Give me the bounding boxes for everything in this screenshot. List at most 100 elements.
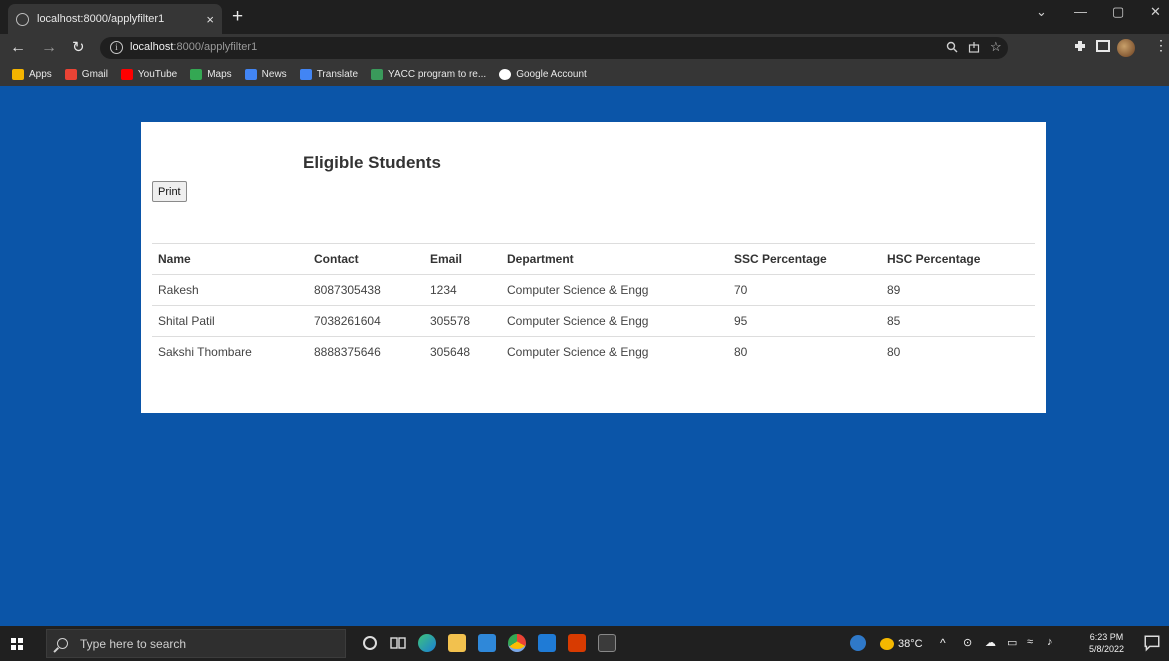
zoom-icon[interactable]: [946, 41, 958, 53]
back-icon[interactable]: ←: [10, 38, 26, 58]
browser-tab[interactable]: localhost:8000/applyfilter1 ×: [8, 4, 222, 34]
cell-contact: 8888375646: [308, 336, 424, 368]
store-icon[interactable]: [538, 634, 556, 652]
file-explorer-icon[interactable]: [448, 634, 466, 652]
weather-icon[interactable]: [880, 638, 894, 650]
table-row: Shital Patil 7038261604 305578 Computer Sci…: [152, 305, 1035, 337]
column-header-name: Name: [152, 243, 308, 275]
table-row: Rakesh 8087305438 1234 Computer Science & E…: [152, 274, 1035, 306]
site-info-icon[interactable]: i: [110, 41, 123, 54]
reload-icon[interactable]: ↻: [72, 38, 85, 58]
cell-email: 1234: [424, 274, 501, 306]
table-row: Sakshi Thombare 8888375646 305648 Computer …: [152, 336, 1035, 368]
clock-date: 5/8/2022: [1089, 644, 1125, 654]
battery-icon[interactable]: ▭: [1007, 636, 1017, 649]
bookmark-youtube[interactable]: YouTube: [120, 68, 178, 80]
news-icon: [244, 68, 257, 80]
cell-contact: 8087305438: [308, 274, 424, 306]
cell-department: Computer Science & Engg: [501, 274, 728, 306]
notification-icon[interactable]: [1143, 634, 1161, 652]
tab-search-icon[interactable]: ⌄: [1036, 4, 1047, 20]
bookmark-apps[interactable]: Apps: [12, 68, 52, 80]
volume-icon[interactable]: ♪: [1047, 636, 1053, 648]
menu-icon[interactable]: ⋮: [1154, 37, 1168, 54]
share-icon[interactable]: [968, 41, 980, 53]
bookmark-star-icon[interactable]: ☆: [990, 39, 1002, 55]
cell-name: Rakesh: [152, 274, 308, 306]
cell-contact: 7038261604: [308, 305, 424, 337]
cell-hsc: 85: [881, 305, 1035, 337]
bookmarks-bar: Apps Gmail YouTube Maps News Translate Y…: [0, 62, 1169, 86]
bookmark-google-account[interactable]: Google Account: [499, 68, 587, 80]
bookmark-yacc[interactable]: YACC program to re...: [371, 68, 487, 80]
bookmark-label: News: [261, 68, 287, 80]
help-icon[interactable]: [850, 635, 866, 651]
bookmark-label: Translate: [316, 68, 359, 80]
search-icon: [57, 638, 68, 649]
task-view-icon[interactable]: [389, 634, 407, 652]
column-header-ssc: SSC Percentage: [728, 243, 881, 275]
window-close-button[interactable]: ✕: [1150, 4, 1161, 20]
weather-temperature[interactable]: 38°C: [898, 638, 923, 650]
print-button[interactable]: Print: [152, 181, 187, 202]
mail-icon[interactable]: [478, 634, 496, 652]
cell-ssc: 80: [728, 336, 881, 368]
cell-department: Computer Science & Engg: [501, 336, 728, 368]
bookmark-label: YACC program to re...: [388, 68, 487, 80]
cell-hsc: 80: [881, 336, 1035, 368]
translate-icon: [299, 68, 312, 80]
cell-email: 305578: [424, 305, 501, 337]
clock-time: 6:23 PM: [1089, 632, 1124, 642]
new-tab-button[interactable]: +: [232, 6, 243, 28]
edge-icon[interactable]: [418, 634, 436, 652]
tab-title: localhost:8000/applyfilter1: [37, 13, 165, 25]
bookmark-label: Google Account: [516, 68, 587, 80]
search-placeholder: Type here to search: [80, 636, 187, 651]
cell-department: Computer Science & Engg: [501, 305, 728, 337]
column-header-hsc: HSC Percentage: [881, 243, 1035, 275]
chrome-icon[interactable]: [508, 634, 526, 652]
address-bar[interactable]: i localhost:8000/applyfilter1 ☆: [100, 37, 1008, 59]
cell-hsc: 89: [881, 274, 1035, 306]
profile-avatar[interactable]: [1117, 39, 1135, 57]
extensions-icon[interactable]: [1073, 39, 1087, 53]
forward-icon[interactable]: →: [41, 38, 57, 58]
column-header-contact: Contact: [308, 243, 424, 275]
globe-icon: [16, 12, 29, 26]
windows-taskbar: Type here to search 38°C ^ ⊙ ☁ ▭ ≈ ♪ 6:2…: [0, 626, 1169, 661]
cortana-icon[interactable]: [363, 636, 377, 650]
content-card: Eligible Students Print Name Contact Ema…: [141, 122, 1046, 413]
youtube-icon: [120, 68, 133, 80]
column-header-email: Email: [424, 243, 501, 275]
column-header-department: Department: [501, 243, 728, 275]
wifi-icon[interactable]: ≈: [1027, 636, 1033, 648]
windows-start-icon[interactable]: [11, 638, 23, 650]
location-icon[interactable]: ⊙: [963, 636, 972, 649]
bookmark-maps[interactable]: Maps: [190, 68, 232, 80]
minimize-button[interactable]: —: [1074, 4, 1087, 19]
taskbar-clock[interactable]: 6:23 PM 5/8/2022: [1089, 631, 1124, 655]
url-text[interactable]: localhost:8000/applyfilter1: [130, 41, 257, 53]
office-icon[interactable]: [568, 634, 586, 652]
tab-close-icon[interactable]: ×: [206, 12, 214, 27]
taskbar-search-box[interactable]: Type here to search: [46, 629, 346, 658]
browser-toolbar: ← → ↻ i localhost:8000/applyfilter1 ☆ ⋮: [0, 34, 1169, 62]
side-panel-icon[interactable]: [1096, 39, 1110, 53]
terminal-icon[interactable]: [598, 634, 616, 652]
tray-chevron-icon[interactable]: ^: [940, 636, 946, 650]
bookmark-translate[interactable]: Translate: [299, 68, 359, 80]
maps-icon: [190, 68, 203, 80]
restore-button[interactable]: ▢: [1112, 4, 1124, 20]
gfg-icon: [371, 68, 384, 80]
bookmark-gmail[interactable]: Gmail: [64, 68, 108, 80]
browser-titlebar: localhost:8000/applyfilter1 × + ⌄ — ▢ ✕: [0, 0, 1169, 34]
bookmark-label: YouTube: [137, 68, 178, 80]
bookmark-label: Apps: [29, 68, 52, 80]
cell-ssc: 95: [728, 305, 881, 337]
url-host: localhost: [130, 41, 174, 53]
page-title: Eligible Students: [303, 153, 441, 172]
bookmark-news[interactable]: News: [244, 68, 287, 80]
apps-grid-icon: [12, 68, 24, 80]
cell-ssc: 70: [728, 274, 881, 306]
onedrive-icon[interactable]: ☁: [985, 636, 996, 649]
